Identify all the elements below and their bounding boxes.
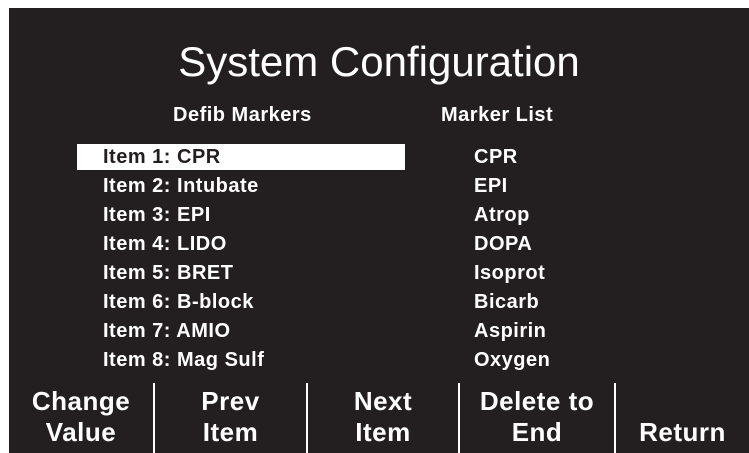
list-row: Item 4: LIDO DOPA — [9, 231, 749, 260]
softkey-label-line2: End — [511, 417, 563, 447]
prev-item-button[interactable]: Prev Item — [153, 383, 306, 453]
softkey-label-line1: Delete to — [479, 386, 595, 416]
return-button[interactable]: Return — [614, 383, 749, 453]
list-row: Item 8: Mag Sulf Oxygen — [9, 347, 749, 376]
page-title: System Configuration — [178, 38, 580, 85]
next-item-button[interactable]: Next Item — [306, 383, 458, 453]
list-row: Item 3: EPI Atrop — [9, 202, 749, 231]
marker-list-item: Bicarb — [474, 291, 540, 313]
softkey-label-line2: Return — [639, 417, 726, 447]
list-row: Item 7: AMIO Aspirin — [9, 318, 749, 347]
softkey-label-line2: Value — [45, 417, 117, 447]
defib-marker-item[interactable]: Item 4: LIDO — [77, 231, 405, 257]
defib-marker-item[interactable]: Item 1: CPR — [77, 144, 405, 170]
softkey-label-line2: Item — [355, 417, 411, 447]
marker-list-item: Isoprot — [474, 262, 546, 284]
defib-marker-item[interactable]: Item 8: Mag Sulf — [77, 347, 405, 373]
marker-list-item: DOPA — [474, 233, 533, 255]
list-row: Item 2: Intubate EPI — [9, 173, 749, 202]
softkey-label-line1: Prev — [201, 386, 260, 416]
marker-list-item: Atrop — [474, 204, 530, 226]
softkey-label-line1 — [616, 386, 749, 417]
defib-marker-item[interactable]: Item 2: Intubate — [77, 173, 405, 199]
softkey-label-line1: Next — [353, 386, 413, 416]
defib-marker-item[interactable]: Item 3: EPI — [77, 202, 405, 228]
marker-rows: Item 1: CPR CPR Item 2: Intubate EPI Ite… — [9, 144, 749, 376]
list-row: Item 6: B-block Bicarb — [9, 289, 749, 318]
defib-markers-header: Defib Markers — [173, 104, 312, 126]
marker-list-item: Oxygen — [474, 349, 551, 371]
marker-list-header: Marker List — [441, 104, 554, 126]
marker-list-item: Aspirin — [474, 320, 547, 342]
delete-to-end-button[interactable]: Delete to End — [458, 383, 614, 453]
marker-list-item: CPR — [474, 146, 518, 168]
defib-marker-item[interactable]: Item 6: B-block — [77, 289, 405, 315]
softkey-label-line1: Change — [31, 386, 131, 416]
list-row: Item 1: CPR CPR — [9, 144, 749, 173]
list-row: Item 5: BRET Isoprot — [9, 260, 749, 289]
softkey-label-line2: Item — [202, 417, 259, 447]
change-value-button[interactable]: Change Value — [9, 383, 153, 453]
defib-marker-item[interactable]: Item 7: AMIO — [77, 318, 405, 344]
marker-list-item: EPI — [474, 175, 508, 197]
defib-marker-item[interactable]: Item 5: BRET — [77, 260, 405, 286]
system-configuration-screen: System Configuration Defib Markers Marke… — [9, 8, 749, 453]
softkey-bar: Change Value Prev Item Next Item Delete … — [9, 383, 749, 453]
